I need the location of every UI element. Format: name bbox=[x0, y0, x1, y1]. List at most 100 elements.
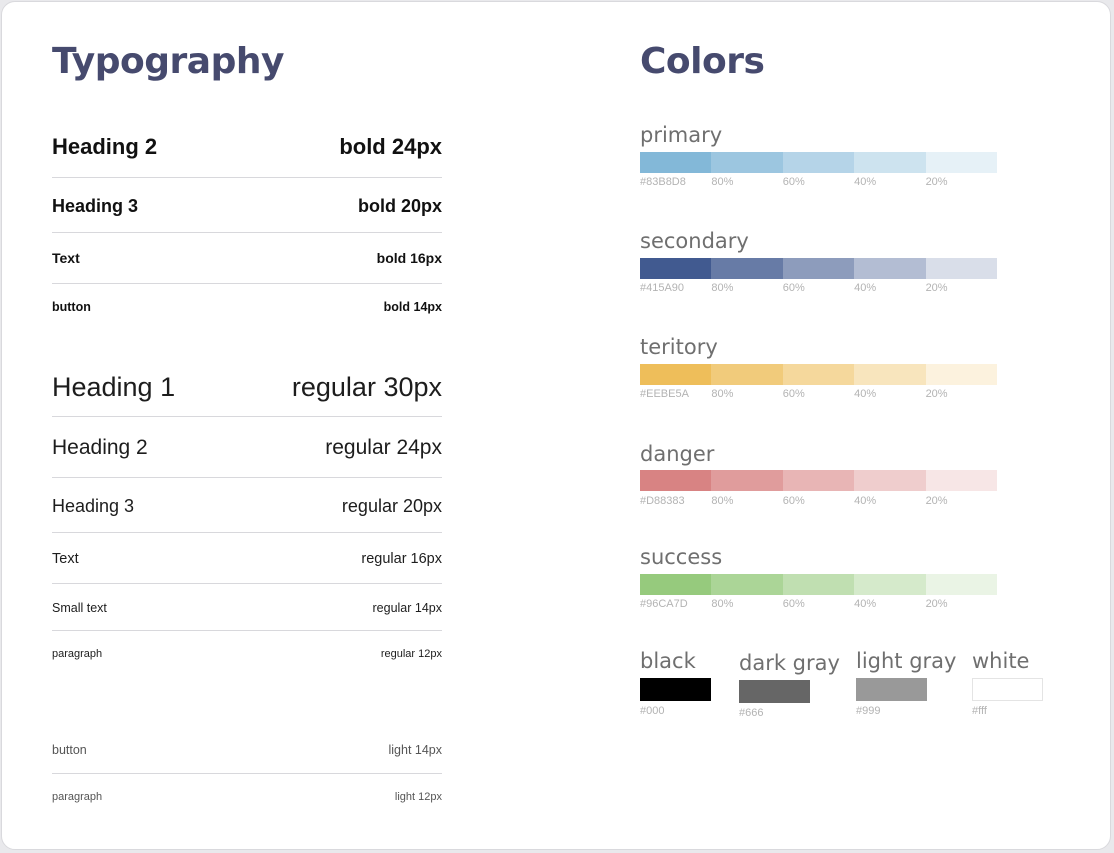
swatch-label: 80% bbox=[711, 495, 734, 507]
type-spec: bold 24px bbox=[339, 134, 442, 159]
neutral-name: dark gray bbox=[739, 651, 840, 675]
neutral-swatch bbox=[856, 678, 927, 701]
type-sample-name: paragraph bbox=[52, 790, 103, 803]
neutral-name: white bbox=[972, 649, 1030, 673]
swatch-label: 20% bbox=[925, 282, 948, 294]
palette-swatches-success bbox=[640, 574, 997, 595]
neutral-dark-gray: dark gray #666 bbox=[739, 653, 840, 719]
swatch-80 bbox=[711, 574, 783, 595]
swatch-label: 40% bbox=[854, 176, 877, 188]
type-spec: regular 24px bbox=[325, 436, 442, 459]
swatch-40 bbox=[854, 364, 926, 385]
swatch-40 bbox=[854, 574, 926, 595]
type-sample-name: Heading 3 bbox=[52, 195, 139, 216]
type-spec: regular 20px bbox=[341, 495, 442, 516]
type-sample-name: button bbox=[52, 742, 87, 757]
divider bbox=[52, 477, 442, 478]
swatch-20 bbox=[925, 152, 997, 173]
swatch-20 bbox=[925, 470, 997, 491]
swatch-label: 60% bbox=[782, 388, 805, 400]
swatch-80 bbox=[711, 470, 783, 491]
swatch-20 bbox=[925, 364, 997, 385]
swatch-40 bbox=[854, 470, 926, 491]
swatch-60 bbox=[782, 470, 855, 491]
swatch-label: 20% bbox=[925, 388, 948, 400]
type-row-bold-button: button bold 14px bbox=[52, 299, 442, 315]
type-sample-name: Text bbox=[52, 250, 80, 266]
type-spec: regular 14px bbox=[372, 600, 443, 615]
swatch-60 bbox=[782, 258, 855, 279]
swatch-label: 60% bbox=[782, 176, 805, 188]
palette-swatches-danger bbox=[640, 470, 997, 491]
swatch-60 bbox=[782, 574, 855, 595]
swatch-label: 80% bbox=[711, 176, 734, 188]
swatch-60 bbox=[782, 364, 855, 385]
swatch-label: 80% bbox=[711, 598, 734, 610]
type-spec: light 14px bbox=[388, 742, 442, 757]
palette-swatches-teritory bbox=[640, 364, 997, 385]
type-row-bold-text: Text bold 16px bbox=[52, 249, 442, 267]
palette-swatches-primary bbox=[640, 152, 997, 173]
typography-title: Typography bbox=[52, 41, 284, 82]
swatch-hex: #EEBE5A bbox=[640, 388, 689, 400]
neutral-hex: #999 bbox=[856, 705, 881, 717]
divider bbox=[52, 283, 442, 284]
style-guide-card: Typography Heading 2 bold 24px Heading 3… bbox=[1, 1, 1111, 850]
type-row-regular-heading-3: Heading 3 regular 20px bbox=[52, 494, 442, 518]
type-sample-name: Heading 2 bbox=[52, 134, 158, 159]
swatch-100 bbox=[640, 152, 712, 173]
palette-name-danger: danger bbox=[640, 442, 715, 466]
neutral-name: black bbox=[640, 649, 696, 673]
type-row-regular-heading-1: Heading 1 regular 30px bbox=[52, 370, 442, 404]
swatch-label: 40% bbox=[854, 388, 877, 400]
neutral-black: black #000 bbox=[640, 651, 711, 717]
type-spec: bold 16px bbox=[376, 250, 442, 266]
type-row-bold-heading-3: Heading 3 bold 20px bbox=[52, 195, 442, 217]
swatch-label: 60% bbox=[782, 598, 805, 610]
type-spec: regular 12px bbox=[380, 647, 442, 660]
swatch-80 bbox=[711, 152, 783, 173]
neutral-swatch bbox=[972, 678, 1043, 701]
divider bbox=[52, 583, 442, 584]
palette-labels-primary: #83B8D8 80% 60% 40% 20% bbox=[640, 177, 997, 188]
swatch-label: 40% bbox=[854, 598, 877, 610]
palette-name-secondary: secondary bbox=[640, 229, 749, 253]
neutral-hex: #666 bbox=[739, 707, 764, 719]
type-row-regular-small-text: Small text regular 14px bbox=[52, 599, 442, 616]
swatch-40 bbox=[854, 258, 926, 279]
swatch-60 bbox=[782, 152, 855, 173]
type-sample-name: paragraph bbox=[52, 647, 103, 660]
neutral-hex: #000 bbox=[640, 705, 665, 717]
divider bbox=[52, 532, 442, 533]
neutral-name: light gray bbox=[856, 649, 957, 673]
type-sample-name: Heading 3 bbox=[52, 495, 135, 516]
divider bbox=[52, 416, 442, 417]
palette-swatches-secondary bbox=[640, 258, 997, 279]
divider bbox=[52, 773, 442, 774]
swatch-hex: #D88383 bbox=[640, 495, 685, 507]
palette-name-success: success bbox=[640, 545, 723, 569]
palette-labels-success: #96CA7D 80% 60% 40% 20% bbox=[640, 599, 997, 610]
divider bbox=[52, 177, 442, 178]
swatch-label: 40% bbox=[854, 495, 877, 507]
neutral-hex: #fff bbox=[972, 705, 987, 717]
type-row-regular-text: Text regular 16px bbox=[52, 549, 442, 568]
colors-title: Colors bbox=[640, 41, 765, 82]
swatch-100 bbox=[640, 258, 712, 279]
type-spec: regular 16px bbox=[361, 550, 442, 567]
palette-name-teritory: teritory bbox=[640, 335, 718, 359]
palette-labels-secondary: #415A90 80% 60% 40% 20% bbox=[640, 283, 997, 294]
swatch-80 bbox=[711, 364, 783, 385]
swatch-label: 20% bbox=[925, 176, 948, 188]
swatch-hex: #96CA7D bbox=[640, 598, 688, 610]
type-row-light-button: button light 14px bbox=[52, 741, 442, 758]
type-row-light-paragraph: paragraph light 12px bbox=[52, 789, 442, 804]
type-row-bold-heading-2: Heading 2 bold 24px bbox=[52, 134, 442, 160]
type-sample-name: Small text bbox=[52, 600, 107, 615]
palette-labels-teritory: #EEBE5A 80% 60% 40% 20% bbox=[640, 389, 997, 400]
neutral-white: white #fff bbox=[972, 651, 1043, 717]
swatch-100 bbox=[640, 470, 712, 491]
swatch-label: 80% bbox=[711, 282, 734, 294]
swatch-100 bbox=[640, 574, 712, 595]
swatch-40 bbox=[854, 152, 926, 173]
